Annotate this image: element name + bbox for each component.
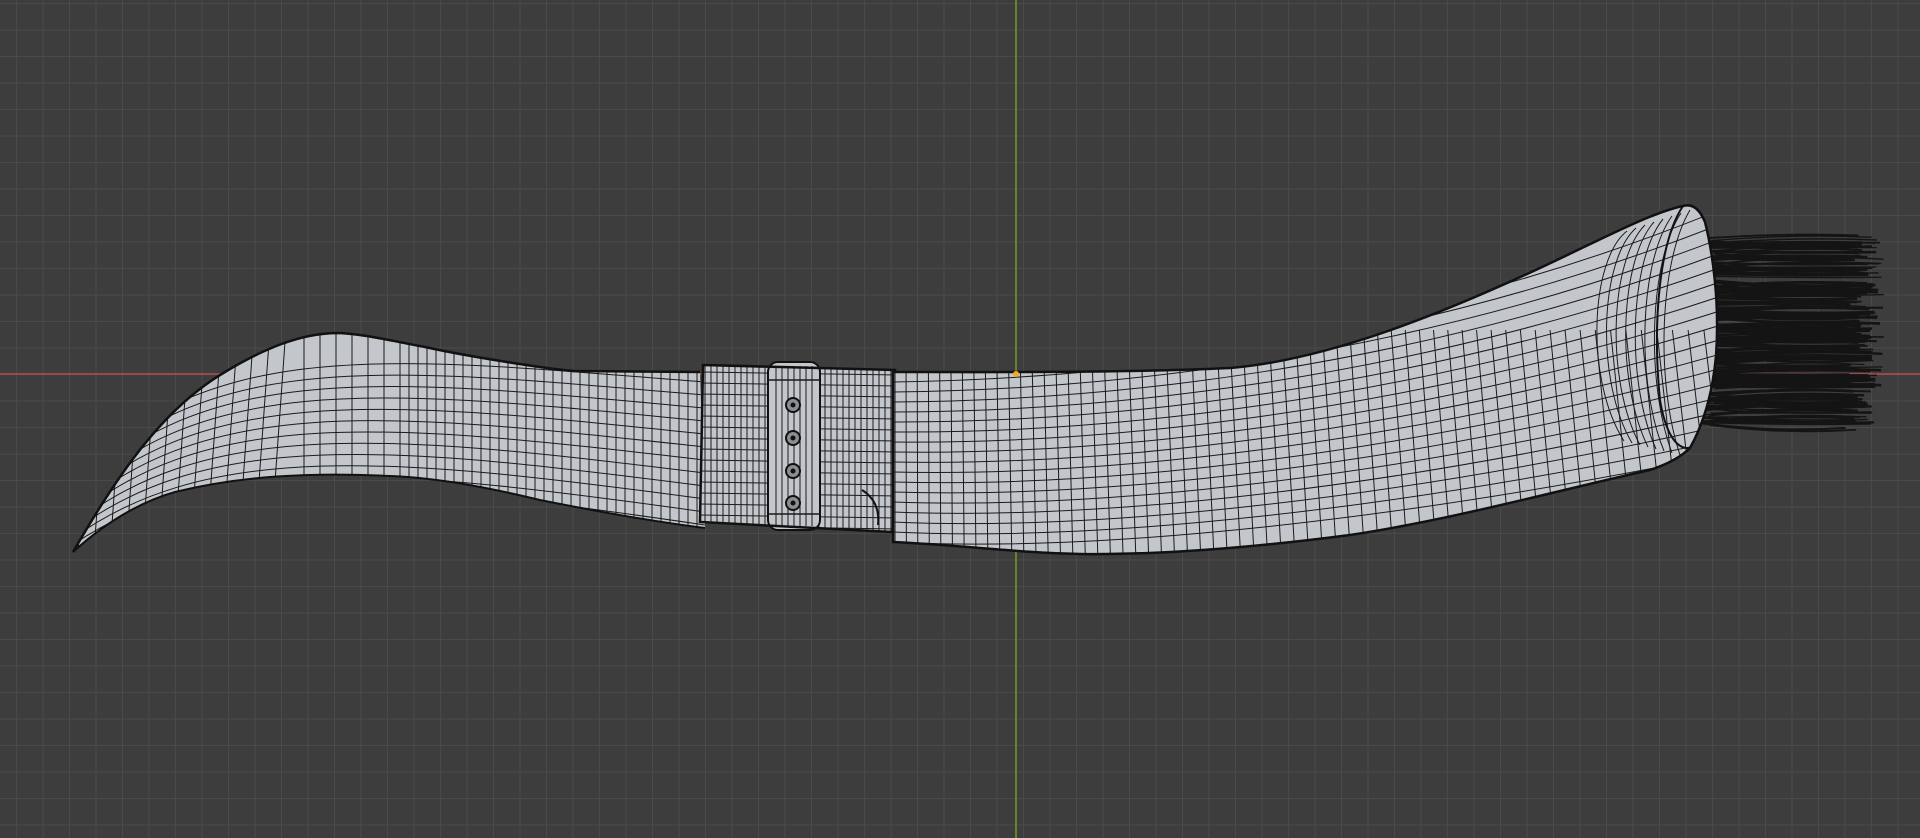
blade-mesh[interactable] [60, 300, 705, 580]
3d-viewport[interactable] [0, 0, 1920, 838]
viewport-canvas[interactable] [0, 0, 1920, 838]
brush-bristles[interactable] [1700, 235, 1884, 432]
handle-mesh[interactable] [893, 205, 1750, 580]
origin-point[interactable] [1013, 371, 1019, 377]
ferrule-mesh[interactable] [700, 360, 895, 540]
